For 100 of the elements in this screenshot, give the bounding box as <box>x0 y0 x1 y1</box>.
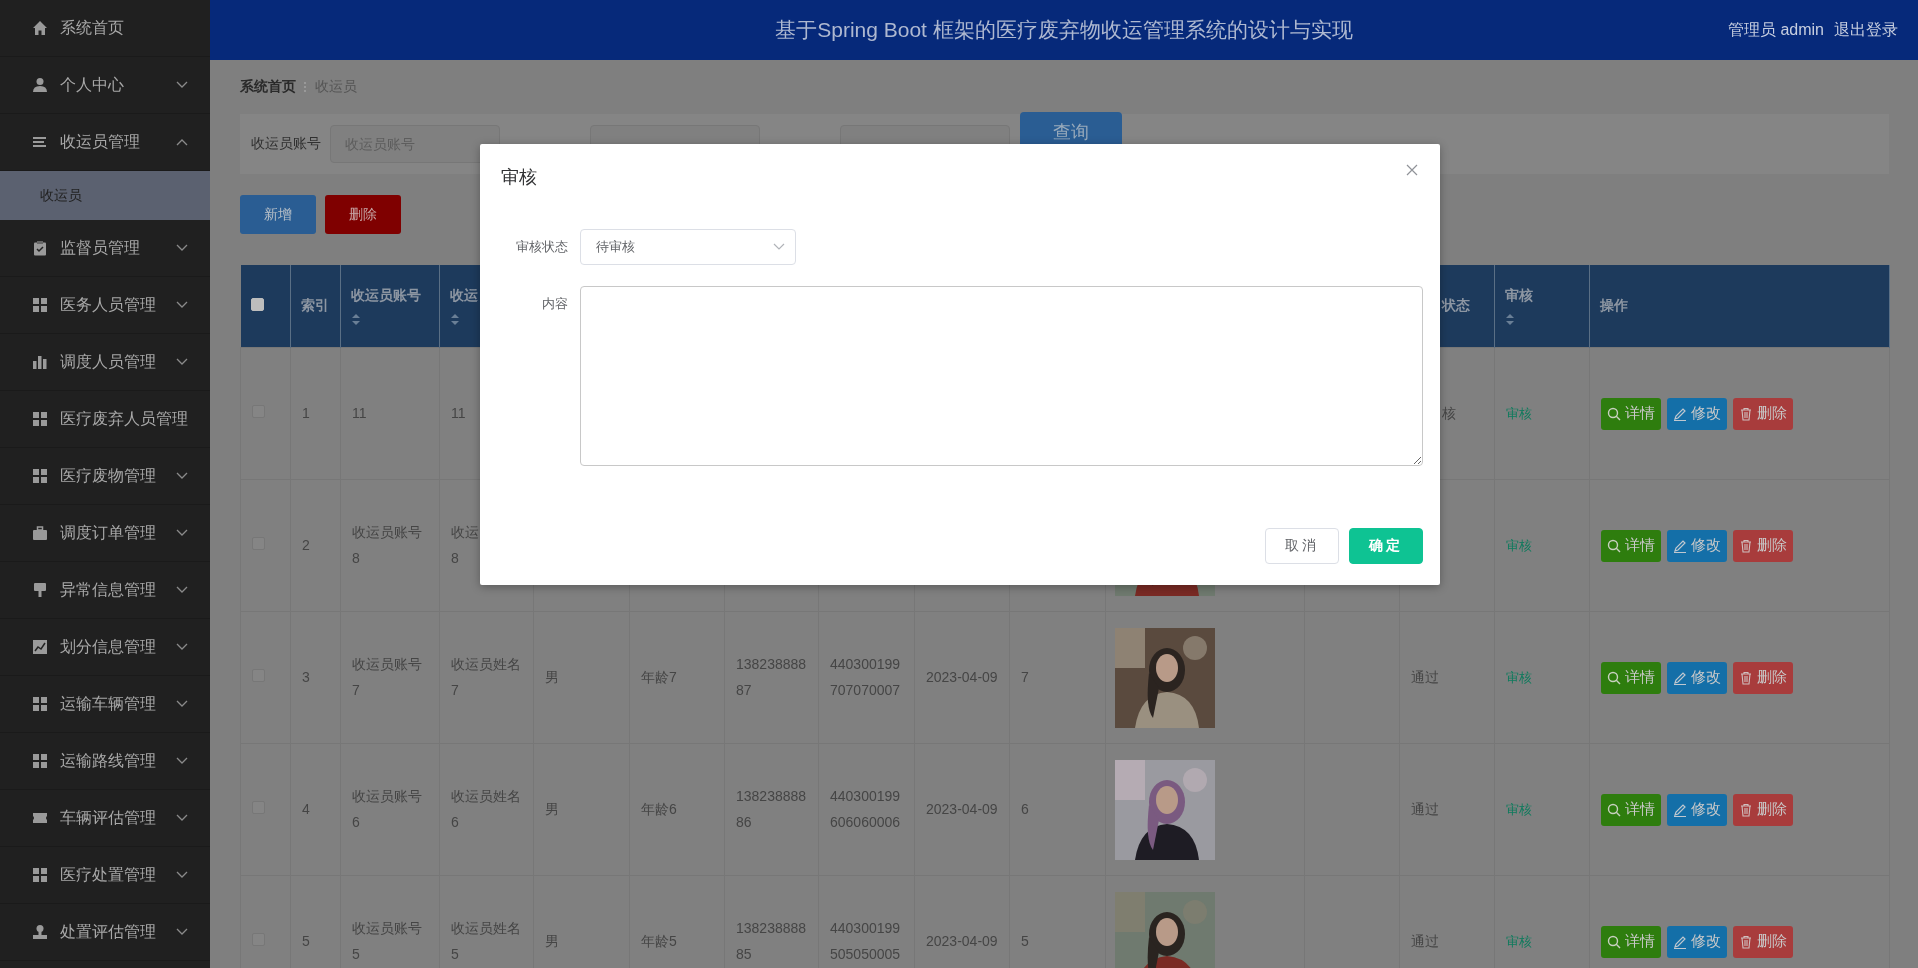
logout-link[interactable]: 退出登录 <box>1834 19 1898 41</box>
chevron-down-icon <box>176 472 188 480</box>
close-icon <box>1406 164 1418 176</box>
confirm-button[interactable]: 确定 <box>1349 528 1423 564</box>
search-icon <box>1607 670 1621 685</box>
details-button[interactable]: 详情 <box>1601 397 1661 430</box>
grid-icon <box>32 867 48 883</box>
search-icon <box>1607 802 1621 817</box>
table-cell: 通过 <box>1411 932 1439 949</box>
chevron-down-icon <box>176 81 188 89</box>
table-cell: 5 <box>302 932 310 949</box>
trash-icon <box>1739 670 1753 685</box>
table-cell: 7 <box>1021 668 1029 685</box>
edit-button[interactable]: 修改 <box>1667 529 1727 562</box>
chevron-down-icon <box>176 529 188 537</box>
column-header: 操作 <box>1600 297 1628 315</box>
pencil-icon <box>1673 802 1687 817</box>
chevron-down-icon <box>176 586 188 594</box>
field-label: 内容 <box>541 295 569 313</box>
table-cell: 通过 <box>1411 800 1439 817</box>
table-cell: 男 <box>545 800 559 817</box>
edit-button[interactable]: 修改 <box>1667 925 1727 958</box>
table-cell: 核 <box>1442 404 1456 421</box>
table-cell: 男 <box>545 932 559 949</box>
chevron-down-icon <box>176 301 188 309</box>
chevron-down-icon <box>176 928 188 936</box>
column-header: 状态 <box>1442 297 1470 315</box>
chevron-down-icon <box>176 757 188 765</box>
close-button[interactable] <box>1405 163 1419 177</box>
chevron-down-icon <box>176 358 188 366</box>
table-cell: 6 <box>1021 800 1029 817</box>
delete-button[interactable]: 删除 <box>1733 925 1793 958</box>
column-header: 收运 <box>450 286 478 305</box>
edit-button[interactable]: 修改 <box>1667 661 1727 694</box>
table-cell: 通过 <box>1411 668 1439 685</box>
table-cell: 440300199606060006 <box>830 788 901 830</box>
column-header: 收运员账号 <box>351 286 421 305</box>
submenu-item[interactable]: 收运员 <box>0 171 210 220</box>
pin-icon <box>32 582 48 598</box>
table-cell: 4 <box>302 800 310 817</box>
list-icon <box>32 134 48 150</box>
home-icon <box>32 20 48 36</box>
chevron-down-icon <box>773 243 785 251</box>
table-cell: 440300199505050005 <box>830 920 901 962</box>
user-name: 管理员 admin <box>1727 19 1824 40</box>
chevron-down-icon <box>176 643 188 651</box>
table-cell: 男 <box>545 668 559 685</box>
search-icon <box>1607 538 1621 553</box>
table-cell: 3 <box>302 668 310 685</box>
table-cell: 13823888885 <box>736 920 807 962</box>
table-cell: 2023-04-09 <box>926 932 998 949</box>
column-header: 审核 <box>1505 286 1533 305</box>
grid-icon <box>32 468 48 484</box>
pencil-icon <box>1673 406 1687 421</box>
pencil-icon <box>1673 538 1687 553</box>
dialog-title: 审核 <box>501 166 537 189</box>
chevron-down-icon <box>176 871 188 879</box>
field-label: 审核状态 <box>515 238 569 256</box>
edit-button[interactable]: 修改 <box>1667 397 1727 430</box>
table-cell: 11 <box>352 404 367 421</box>
table-cell: 1 <box>302 404 310 421</box>
add-button[interactable]: 新增 <box>240 195 316 234</box>
select-field[interactable]: 待审核 <box>580 229 796 265</box>
table-cell: 13823888886 <box>736 788 807 830</box>
table-cell: 13823888887 <box>736 656 807 698</box>
ticket-icon <box>32 810 48 826</box>
person-icon <box>32 77 48 93</box>
chevron-down-icon <box>176 700 188 708</box>
table-cell: 2 <box>302 536 310 553</box>
text-area[interactable] <box>580 286 1423 466</box>
edit-button[interactable]: 修改 <box>1667 793 1727 826</box>
field-label: 收运员账号 <box>251 135 321 153</box>
details-button[interactable]: 详情 <box>1601 925 1661 958</box>
trash-icon <box>1739 406 1753 421</box>
chevron-down-icon <box>176 244 188 252</box>
delete-button[interactable]: 删除 <box>325 195 401 234</box>
search-icon <box>1607 934 1621 949</box>
details-button[interactable]: 详情 <box>1601 529 1661 562</box>
pencil-icon <box>1673 934 1687 949</box>
cancel-button[interactable]: 取消 <box>1265 528 1339 564</box>
table-cell: 11 <box>451 404 466 421</box>
delete-button[interactable]: 删除 <box>1733 397 1793 430</box>
breadcrumb-item[interactable]: 系统首页 <box>240 78 296 96</box>
details-button[interactable]: 详情 <box>1601 661 1661 694</box>
line-chart-icon <box>32 639 48 655</box>
pencil-icon <box>1673 670 1687 685</box>
details-button[interactable]: 详情 <box>1601 793 1661 826</box>
checkbox[interactable] <box>250 298 264 311</box>
delete-button[interactable]: 删除 <box>1733 793 1793 826</box>
table-cell: 2023-04-09 <box>926 668 998 685</box>
delete-button[interactable]: 删除 <box>1733 661 1793 694</box>
app-title: 基于Spring Boot 框架的医疗废弃物收运管理系统的设计与实现 <box>775 17 1353 43</box>
search-icon <box>1607 406 1621 421</box>
grid-icon <box>32 696 48 712</box>
column-header: 索引 <box>301 297 329 315</box>
delete-button[interactable]: 删除 <box>1733 529 1793 562</box>
table-cell: 年龄7 <box>641 668 677 685</box>
chevron-up-icon <box>176 138 188 146</box>
trash-icon <box>1739 802 1753 817</box>
table-cell: 2023-04-09 <box>926 800 998 817</box>
